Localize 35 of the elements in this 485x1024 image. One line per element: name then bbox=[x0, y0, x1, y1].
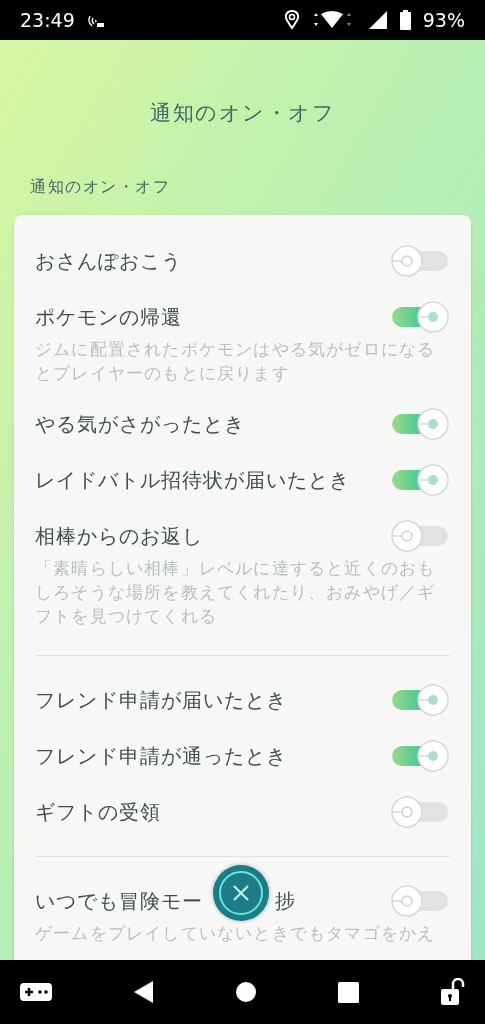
clock: 23:49 bbox=[20, 9, 75, 31]
recent-apps-icon[interactable] bbox=[338, 981, 359, 1003]
setting-label: ポケモンの帰還 bbox=[35, 304, 182, 331]
toggle-switch[interactable] bbox=[390, 519, 450, 553]
toggle-switch[interactable] bbox=[390, 739, 450, 773]
setting-description: 「素晴らしい相棒」レベルに達すると近くのおもしろそうな場所を教えてくれたり、おみやげ／ギフトを見つけてくれる bbox=[35, 557, 437, 628]
setting-label: ギフトの受領 bbox=[35, 799, 161, 826]
section-label: 通知のオン・オフ bbox=[30, 176, 171, 198]
toggle-switch[interactable] bbox=[390, 795, 450, 829]
setting-label: やる気がさがったとき bbox=[35, 411, 245, 438]
toggle-switch[interactable] bbox=[390, 244, 450, 278]
toggle-switch[interactable] bbox=[390, 407, 450, 441]
toggle-switch[interactable] bbox=[390, 884, 450, 918]
battery-icon bbox=[399, 10, 411, 30]
close-icon bbox=[218, 870, 264, 916]
toggle-switch[interactable] bbox=[390, 683, 450, 717]
toggle-switch[interactable] bbox=[390, 463, 450, 497]
setting-label: いつでも冒険モー bbox=[35, 888, 203, 915]
lock-icon[interactable] bbox=[441, 978, 465, 1006]
setting-label: レイドバトル招待状が届いたとき bbox=[35, 467, 350, 494]
battery-percentage: 93% bbox=[422, 9, 465, 31]
setting-label: フレンド申請が通ったとき bbox=[35, 743, 287, 770]
gamepad-icon[interactable] bbox=[20, 983, 52, 1001]
setting-label: フレンド申請が届いたとき bbox=[35, 687, 287, 714]
signal-icon bbox=[367, 10, 388, 30]
page-title: 通知のオン・オフ bbox=[149, 100, 336, 127]
toggle-switch[interactable] bbox=[390, 300, 450, 334]
setting-label: 相棒からのお返し bbox=[35, 523, 203, 550]
setting-description: ジムに配置されたポケモンはやる気がゼロになるとプレイヤーのもとに戻ります bbox=[35, 338, 437, 385]
back-icon[interactable] bbox=[134, 981, 154, 1003]
home-icon[interactable] bbox=[236, 982, 256, 1002]
setting-label: おさんぽおこう bbox=[35, 248, 182, 275]
location-icon bbox=[283, 10, 300, 30]
setting-description: ゲームをプレイしていないときでもタマゴをかえ bbox=[35, 922, 437, 945]
setting-label: 捗 bbox=[275, 888, 296, 915]
